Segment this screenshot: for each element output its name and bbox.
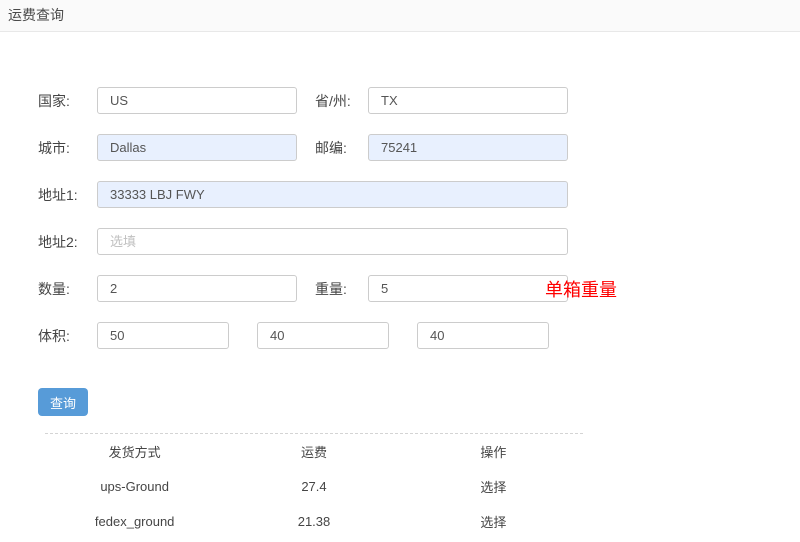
button-row: 查询 <box>38 388 800 416</box>
row-address2: 地址2: <box>38 228 800 255</box>
quantity-input[interactable] <box>97 275 297 302</box>
shipping-method-cell: fedex_ground <box>45 504 224 539</box>
zip-input[interactable] <box>368 134 568 161</box>
row-address1: 地址1: <box>38 181 800 208</box>
volume-label: 体积: <box>38 326 97 346</box>
state-label: 省/州: <box>315 91 368 111</box>
row-quantity-weight: 数量: 重量: 单箱重量 <box>38 275 800 302</box>
freight-fee-cell: 27.4 <box>224 469 403 504</box>
weight-label: 重量: <box>315 279 368 299</box>
address2-label: 地址2: <box>38 232 97 252</box>
shipping-options-table: 发货方式 运费 操作 ups-Ground 27.4 选择 fedex_grou… <box>45 434 583 539</box>
city-label: 城市: <box>38 138 97 158</box>
row-country-state: 国家: 省/州: <box>38 87 800 114</box>
address1-input[interactable] <box>97 181 568 208</box>
volume-width-input[interactable] <box>257 322 389 349</box>
table-row: ups-Ground 27.4 选择 <box>45 469 583 504</box>
query-button[interactable]: 查询 <box>38 388 88 416</box>
freight-fee-cell: 21.38 <box>224 504 403 539</box>
volume-height-input[interactable] <box>417 322 549 349</box>
state-input[interactable] <box>368 87 568 114</box>
page-title: 运费查询 <box>0 0 800 32</box>
select-link[interactable]: 选择 <box>480 480 506 495</box>
header-freight-fee: 运费 <box>224 434 403 469</box>
country-label: 国家: <box>38 91 97 111</box>
row-city-zip: 城市: 邮编: <box>38 134 800 161</box>
select-link[interactable]: 选择 <box>480 515 506 530</box>
zip-label: 邮编: <box>315 138 368 158</box>
weight-note: 单箱重量 <box>545 276 617 302</box>
volume-length-input[interactable] <box>97 322 229 349</box>
table-row: fedex_ground 21.38 选择 <box>45 504 583 539</box>
address1-label: 地址1: <box>38 185 97 205</box>
shipping-method-cell: ups-Ground <box>45 469 224 504</box>
quantity-label: 数量: <box>38 279 97 299</box>
weight-input[interactable] <box>368 275 568 302</box>
country-input[interactable] <box>97 87 297 114</box>
header-shipping-method: 发货方式 <box>45 434 224 469</box>
city-input[interactable] <box>97 134 297 161</box>
header-operation: 操作 <box>404 434 583 469</box>
table-header-row: 发货方式 运费 操作 <box>45 434 583 469</box>
freight-query-form: 国家: 省/州: 城市: 邮编: 地址1: 地址2: 数量: 重量: 单箱重量 … <box>0 87 800 539</box>
row-volume: 体积: <box>38 322 800 349</box>
address2-input[interactable] <box>97 228 568 255</box>
